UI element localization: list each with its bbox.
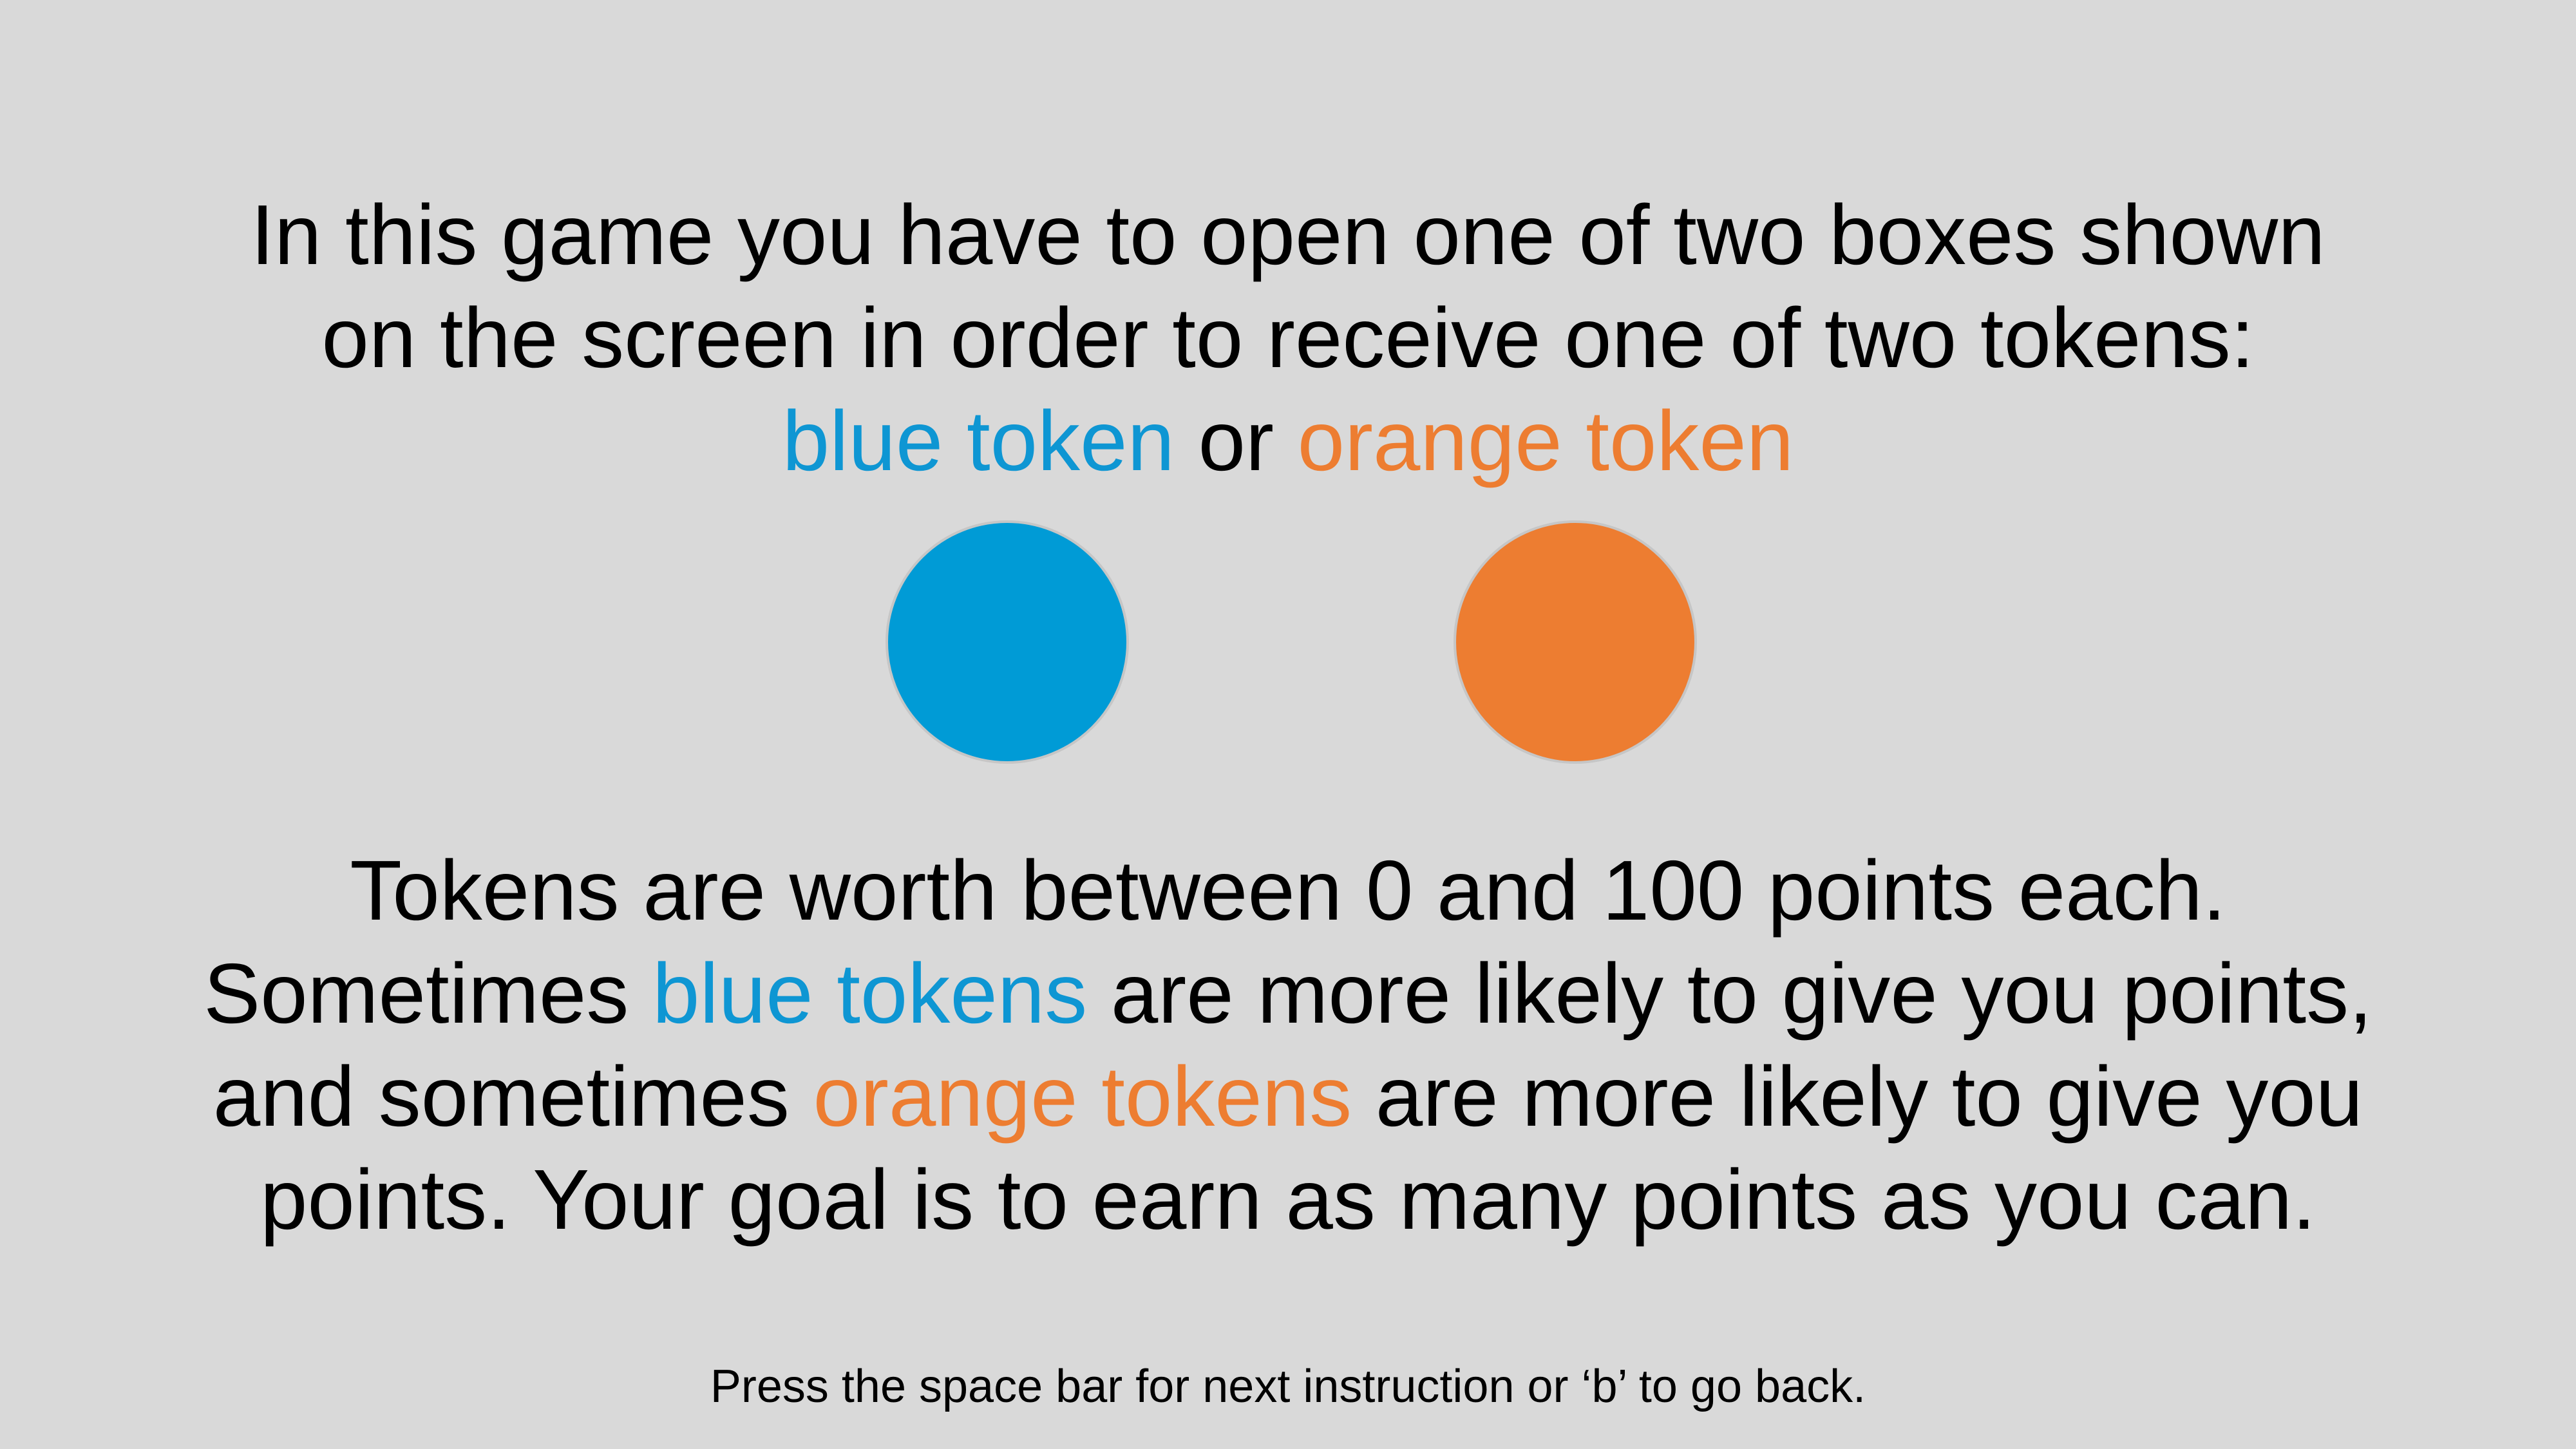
orange-token-label: orange token xyxy=(1297,393,1794,488)
body-line-2-pre: Sometimes xyxy=(204,946,653,1041)
body-text: Tokens are worth between 0 and 100 point… xyxy=(0,839,2576,1251)
body-line-2: Sometimes blue tokens are more likely to… xyxy=(0,942,2576,1045)
body-line-2-post: are more likely to give you points, xyxy=(1087,946,2372,1041)
body-line-3-pre: and sometimes xyxy=(213,1049,813,1144)
intro-line-3: blue token or orange token xyxy=(0,390,2576,493)
or-label: or xyxy=(1174,393,1298,488)
instruction-screen: In this game you have to open one of two… xyxy=(0,0,2576,1449)
blue-token-circle xyxy=(886,520,1129,764)
intro-line-2: on the screen in order to receive one of… xyxy=(321,290,2255,385)
body-line-3-post: are more likely to give you xyxy=(1352,1049,2363,1144)
body-line-1: Tokens are worth between 0 and 100 point… xyxy=(350,843,2226,938)
intro-text: In this game you have to open one of two… xyxy=(0,184,2576,493)
tokens-row xyxy=(0,520,2576,768)
footer-instruction: Press the space bar for next instruction… xyxy=(710,1361,1866,1412)
intro-line-1: In this game you have to open one of two… xyxy=(251,187,2325,282)
orange-token-circle xyxy=(1454,520,1697,764)
body-line-3: and sometimes orange tokens are more lik… xyxy=(0,1045,2576,1148)
body-line-4: points. Your goal is to earn as many poi… xyxy=(260,1152,2316,1247)
blue-tokens-label: blue tokens xyxy=(652,946,1088,1041)
blue-token-label: blue token xyxy=(782,393,1175,488)
orange-tokens-label: orange tokens xyxy=(813,1049,1352,1144)
